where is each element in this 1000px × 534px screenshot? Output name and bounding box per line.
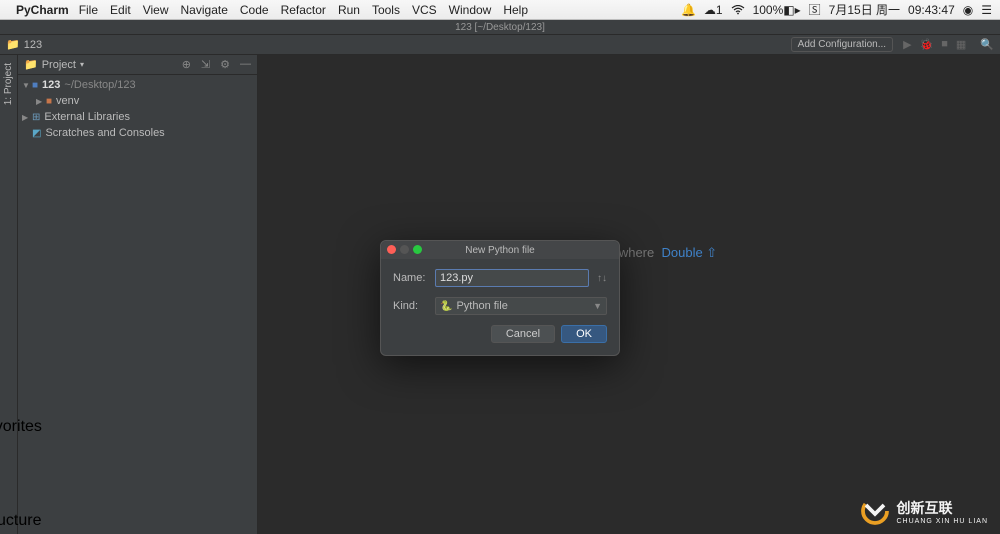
logo-icon xyxy=(860,496,890,526)
expand-arrow-icon[interactable]: ▶ xyxy=(36,97,46,106)
search-shortcut[interactable]: Double ⇧ xyxy=(661,245,717,260)
menu-run[interactable]: Run xyxy=(338,3,360,17)
menu-tools[interactable]: Tools xyxy=(372,3,400,17)
menubar-date[interactable]: 7月15日 周一 xyxy=(829,1,900,18)
chevron-down-icon[interactable]: ▾ xyxy=(80,60,84,69)
siri-icon[interactable]: ◉ xyxy=(963,3,973,17)
close-icon[interactable] xyxy=(387,245,396,254)
project-panel-header: 📁 Project ▾ ⊕ ⇲ ⚙ — xyxy=(18,55,257,75)
project-panel: 📁 Project ▾ ⊕ ⇲ ⚙ — ▼ ■ 123 ~/Desktop/12… xyxy=(18,55,258,534)
menubar-time[interactable]: 09:43:47 xyxy=(908,3,955,17)
menu-edit[interactable]: Edit xyxy=(110,3,131,17)
menu-vcs[interactable]: VCS xyxy=(412,3,437,17)
breadcrumb[interactable]: 123 xyxy=(24,39,42,51)
add-configuration-button[interactable]: Add Configuration... xyxy=(791,37,893,52)
new-python-file-dialog: New Python file Name: ↑↓ Kind: 🐍Python f… xyxy=(380,240,620,356)
tree-scratches[interactable]: ◩ Scratches and Consoles xyxy=(18,125,257,141)
maximize-icon[interactable] xyxy=(413,245,422,254)
search-icon[interactable]: 🔍 xyxy=(980,38,994,51)
dialog-titlebar: New Python file xyxy=(381,241,619,259)
collapse-icon[interactable]: ⇲ xyxy=(201,58,210,71)
stop-icon[interactable]: ■ xyxy=(941,38,948,51)
cancel-button[interactable]: Cancel xyxy=(491,325,555,343)
notification-center-icon[interactable]: ☰ xyxy=(981,3,992,17)
tab-project[interactable]: 1: Project xyxy=(3,59,14,109)
input-method-icon[interactable]: 🅂 xyxy=(809,1,821,18)
menu-window[interactable]: Window xyxy=(449,3,492,17)
window-titlebar: 123 [~/Desktop/123] xyxy=(0,20,1000,35)
battery-status[interactable]: 100% ◧▸ xyxy=(753,3,801,17)
run-icon[interactable]: ▶ xyxy=(903,38,911,51)
toolbar: 📁 123 Add Configuration... ▶ 🐞 ■ ▦ 🔍 xyxy=(0,35,1000,55)
mac-menubar: PyCharm File Edit View Navigate Code Ref… xyxy=(0,0,1000,20)
menu-refactor[interactable]: Refactor xyxy=(281,3,326,17)
dialog-title-text: New Python file xyxy=(465,245,534,256)
tab-favorites[interactable]: 2: Favorites xyxy=(0,400,42,436)
library-icon: ⊞ xyxy=(32,112,40,123)
gear-icon[interactable]: ⚙ xyxy=(220,58,230,71)
name-input[interactable] xyxy=(435,269,589,287)
scratches-icon: ◩ xyxy=(32,128,41,139)
folder-icon: ■ xyxy=(32,80,38,91)
folder-icon: 📁 xyxy=(6,38,20,51)
wechat-icon[interactable]: ☁ 1 xyxy=(704,3,723,17)
tree-venv[interactable]: ▶ ■ venv xyxy=(18,93,257,109)
debug-icon[interactable]: 🐞 xyxy=(920,38,934,51)
history-arrows-icon[interactable]: ↑↓ xyxy=(597,273,607,284)
menu-file[interactable]: File xyxy=(79,3,98,17)
wifi-icon[interactable] xyxy=(731,5,745,15)
folder-icon: 📁 xyxy=(24,58,38,71)
menu-help[interactable]: Help xyxy=(503,3,528,17)
python-file-icon: 🐍 xyxy=(440,301,452,312)
app-name[interactable]: PyCharm xyxy=(16,3,69,17)
ok-button[interactable]: OK xyxy=(561,325,607,343)
watermark-logo: 创新互联 CHUANG XIN HU LIAN xyxy=(860,496,988,526)
expand-arrow-icon[interactable]: ▼ xyxy=(22,81,32,90)
kind-select[interactable]: 🐍Python file ▼ xyxy=(435,297,607,315)
project-tree: ▼ ■ 123 ~/Desktop/123 ▶ ■ venv ▶ ⊞ Exter… xyxy=(18,75,257,143)
tree-root[interactable]: ▼ ■ 123 ~/Desktop/123 xyxy=(18,77,257,93)
menu-code[interactable]: Code xyxy=(240,3,269,17)
expand-arrow-icon[interactable]: ▶ xyxy=(22,113,32,122)
editor-area: Search Everywhere Double ⇧ xyxy=(258,55,1000,534)
menu-view[interactable]: View xyxy=(143,3,169,17)
minimize-icon xyxy=(400,245,409,254)
menu-navigate[interactable]: Navigate xyxy=(181,3,228,17)
hide-icon[interactable]: — xyxy=(240,58,251,71)
folder-icon: ■ xyxy=(46,96,52,107)
tab-structure[interactable]: 7: Structure xyxy=(0,494,41,530)
tree-external-libraries[interactable]: ▶ ⊞ External Libraries xyxy=(18,109,257,125)
name-label: Name: xyxy=(393,272,435,284)
window-title: 123 [~/Desktop/123] xyxy=(455,22,545,33)
kind-label: Kind: xyxy=(393,300,435,312)
notification-icon[interactable]: 🔔 xyxy=(681,3,696,17)
locate-icon[interactable]: ⊕ xyxy=(182,58,191,71)
layout-icon[interactable]: ▦ xyxy=(956,38,966,51)
project-panel-title[interactable]: Project xyxy=(42,59,76,71)
chevron-down-icon: ▼ xyxy=(593,301,602,311)
